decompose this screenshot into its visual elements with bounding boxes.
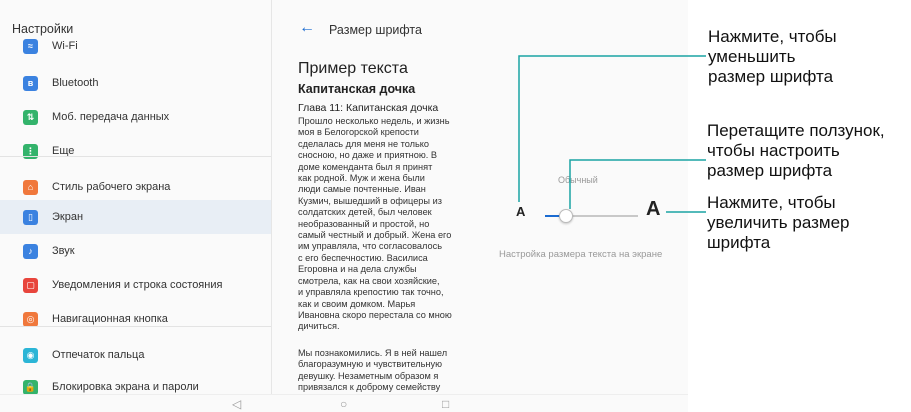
leader-line-decrease: [518, 55, 706, 202]
callout-decrease: Нажмите, чтобы уменьшить размер шрифта: [708, 27, 837, 86]
leader-line-drag: [569, 159, 706, 209]
callout-drag: Перетащите ползунок, чтобы настроить раз…: [707, 121, 885, 180]
callout-increase: Нажмите, чтобы увеличить размер шрифта: [707, 193, 850, 252]
